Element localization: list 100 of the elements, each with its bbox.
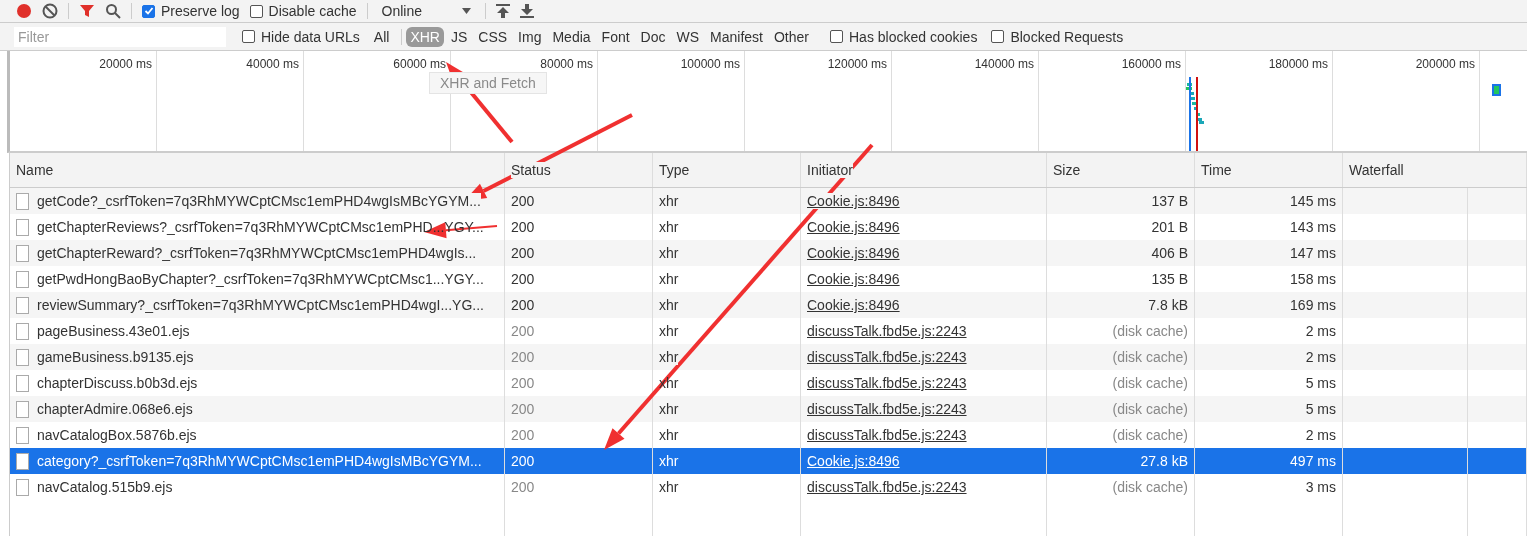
type-text: xhr [659,479,679,495]
tick-label: 200000 ms [1415,57,1475,71]
initiator-link[interactable]: Cookie.js:8496 [807,297,900,313]
initiator-link[interactable]: Cookie.js:8496 [807,193,900,209]
initiator-link[interactable]: discussTalk.fbd5e.js:2243 [807,349,967,365]
request-name[interactable]: chapterDiscuss.b0b3d.ejs [37,375,198,391]
type-filter-tab[interactable]: Other [770,26,813,47]
type-filter-tab[interactable]: All [369,26,394,47]
tick-label: 100000 ms [680,57,740,71]
file-icon [16,270,29,288]
throttling-dropdown[interactable]: Online [381,3,422,19]
initiator-link[interactable]: discussTalk.fbd5e.js:2243 [807,479,967,495]
checkbox[interactable] [830,30,843,43]
type-text: xhr [659,453,679,469]
filter-icon[interactable] [79,3,95,19]
request-name[interactable]: reviewSummary?_csrfToken=7q3RhMYWCptCMsc1emPHD4wgI...YG... [37,297,484,313]
time-text: 145 ms [1290,193,1336,209]
search-icon[interactable] [105,3,121,19]
initiator-link[interactable]: Cookie.js:8496 [807,219,900,235]
tooltip: XHR and Fetch [429,72,547,94]
initiator-link[interactable]: Cookie.js:8496 [807,271,900,287]
column-header[interactable]: Waterfall [1349,162,1404,178]
file-icon [16,244,29,262]
checkbox-label: Blocked Requests [1010,28,1124,45]
request-name[interactable]: getPwdHongBaoByChapter?_csrfToken=7q3RhMYWCptCMsc1...YGY... [37,271,484,287]
initiator-link[interactable]: Cookie.js:8496 [807,453,900,469]
checkbox-label: Preserve log [161,3,240,19]
status-text: 200 [511,193,535,209]
file-icon [16,374,29,392]
column-header[interactable]: Size [1053,162,1081,178]
request-name[interactable]: gameBusiness.b9135.ejs [37,349,194,365]
tick-label: 80000 ms [540,57,593,71]
size-text: (disk cache) [1112,427,1188,443]
status-text: 200 [511,323,535,339]
type-text: xhr [659,219,679,235]
type-text: xhr [659,323,679,339]
column-header[interactable]: Time [1201,162,1232,178]
type-text: xhr [659,401,679,417]
time-text: 2 ms [1305,427,1336,443]
request-name[interactable]: getChapterReward?_csrfToken=7q3RhMYWCptCMsc1emPHD4wgIs... [37,245,477,261]
column-header[interactable]: Initiator [807,162,853,178]
initiator-link[interactable]: discussTalk.fbd5e.js:2243 [807,427,967,443]
status-text: 200 [511,453,535,469]
type-text: xhr [659,271,679,287]
checkbox-label: Disable cache [268,3,357,19]
upload-icon[interactable] [496,3,510,19]
type-filter-tab[interactable]: Media [548,26,595,47]
type-filter-tab[interactable]: Img [514,26,546,47]
time-text: 5 ms [1305,375,1336,391]
type-text: xhr [659,193,679,209]
type-filter-tab[interactable]: Manifest [706,26,767,47]
request-name[interactable]: navCatalogBox.5876b.ejs [37,427,197,443]
type-text: xhr [659,245,679,261]
type-filter-tab[interactable]: WS [672,26,704,47]
request-name[interactable]: pageBusiness.43e01.ejs [37,323,190,339]
status-text: 200 [511,245,535,261]
status-text: 200 [511,271,535,287]
type-filter-tab[interactable]: Doc [636,26,670,47]
size-text: 135 B [1151,271,1188,287]
initiator-link[interactable]: Cookie.js:8496 [807,245,900,261]
request-name[interactable]: category?_csrfToken=7q3RhMYWCptCMsc1emPHD4wgIsMBcYGYM... [37,453,482,469]
type-filter-tab[interactable]: JS [446,26,472,47]
time-text: 158 ms [1290,271,1336,287]
status-text: 200 [511,349,535,365]
size-text: (disk cache) [1112,479,1188,495]
status-text: 200 [511,479,535,495]
column-header[interactable]: Name [16,162,54,178]
tick-label: 140000 ms [974,57,1034,71]
file-icon [16,478,29,496]
clear-icon[interactable] [42,3,58,19]
size-text: 201 B [1151,219,1188,235]
initiator-link[interactable]: discussTalk.fbd5e.js:2243 [807,401,967,417]
checkbox[interactable] [249,4,263,18]
file-icon [16,348,29,366]
checkbox[interactable] [242,30,255,43]
request-name[interactable]: navCatalog.515b9.ejs [37,479,173,495]
time-text: 169 ms [1290,297,1336,313]
type-text: xhr [659,427,679,443]
download-icon[interactable] [520,3,534,19]
checkbox[interactable] [142,4,155,18]
type-text: xhr [659,349,679,365]
tick-label: 40000 ms [246,57,299,71]
record-icon[interactable] [16,3,32,19]
time-text: 3 ms [1305,479,1336,495]
request-name[interactable]: getCode?_csrfToken=7q3RhMYWCptCMsc1emPHD4wgIsMBcYGYM... [37,193,481,209]
request-name[interactable]: chapterAdmire.068e6.ejs [37,401,193,417]
initiator-link[interactable]: discussTalk.fbd5e.js:2243 [807,375,967,391]
size-text: (disk cache) [1112,323,1188,339]
initiator-link[interactable]: discussTalk.fbd5e.js:2243 [807,323,967,339]
column-header[interactable]: Status [511,162,551,178]
status-text: 200 [511,427,535,443]
filter-field[interactable]: Filter [14,26,226,47]
time-text: 497 ms [1290,453,1336,469]
checkbox[interactable] [991,30,1005,43]
type-filter-tab[interactable]: CSS [474,26,512,47]
tick-label: 60000 ms [393,57,446,71]
time-text: 5 ms [1305,401,1336,417]
type-filter-tab[interactable]: Font [597,26,634,47]
column-header[interactable]: Type [659,162,690,178]
tick-label: 120000 ms [827,57,887,71]
